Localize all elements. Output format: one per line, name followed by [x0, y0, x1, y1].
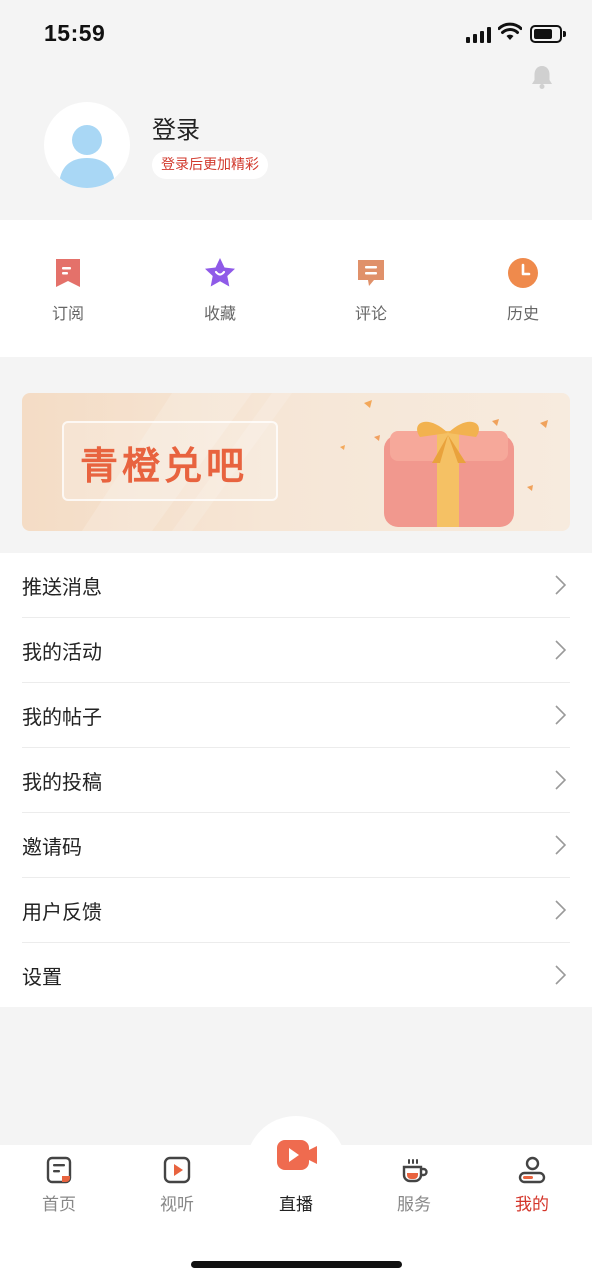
- user-icon: [518, 1156, 546, 1184]
- subscribe-icon: [56, 259, 80, 287]
- battery-icon: [530, 25, 566, 43]
- avatar[interactable]: [44, 102, 130, 188]
- default-avatar-icon: [59, 125, 115, 188]
- menu-item-push-messages[interactable]: 推送消息: [22, 553, 570, 618]
- promo-banner[interactable]: 青橙兑吧: [22, 393, 570, 531]
- quick-item-label: 收藏: [203, 304, 236, 323]
- video-icon: [163, 1156, 191, 1184]
- quick-item-history[interactable]: 历史: [483, 256, 563, 324]
- status-bar: 15:59: [0, 0, 592, 70]
- home-indicator: [191, 1261, 402, 1268]
- nav-tab-label: 首页: [42, 1195, 76, 1215]
- menu-item-label: 我的投稿: [22, 770, 102, 794]
- menu-item-label: 用户反馈: [22, 900, 102, 924]
- nav-tab-live[interactable]: 直播: [256, 1156, 336, 1215]
- bell-icon[interactable]: [530, 64, 554, 90]
- status-time: 15:59: [44, 20, 106, 46]
- nav-tab-label: 视听: [160, 1195, 194, 1215]
- gift-box-icon: [384, 421, 514, 527]
- menu-item-label: 邀请码: [22, 835, 82, 859]
- chevron-right-icon: [555, 835, 566, 855]
- comment-icon: [358, 260, 384, 286]
- chevron-right-icon: [555, 900, 566, 920]
- login-hint-badge[interactable]: 登录后更加精彩: [152, 151, 268, 179]
- wifi-icon: [498, 22, 522, 40]
- coffee-icon: [402, 1159, 428, 1183]
- settings-menu: 推送消息 我的活动 我的帖子 我的投稿 邀请码 用户反馈 设置: [0, 553, 592, 1007]
- banner-title: 青橙兑吧: [80, 444, 249, 488]
- chevron-right-icon: [555, 770, 566, 790]
- login-title[interactable]: 登录: [152, 110, 200, 145]
- clock-icon: [508, 258, 538, 288]
- chevron-right-icon: [555, 640, 566, 660]
- menu-item-label: 我的活动: [22, 640, 102, 664]
- chevron-right-icon: [555, 705, 566, 725]
- quick-item-label: 历史: [506, 304, 539, 323]
- chevron-right-icon: [555, 575, 566, 595]
- menu-item-my-activities[interactable]: 我的活动: [22, 618, 570, 683]
- quick-item-label: 订阅: [51, 304, 84, 323]
- quick-item-favorites[interactable]: 收藏: [180, 256, 260, 324]
- menu-item-my-submissions[interactable]: 我的投稿: [22, 748, 570, 813]
- menu-item-label: 设置: [22, 965, 62, 989]
- chevron-right-icon: [555, 965, 566, 985]
- menu-item-label: 我的帖子: [22, 705, 102, 729]
- menu-item-feedback[interactable]: 用户反馈: [22, 878, 570, 943]
- nav-tab-mine[interactable]: 我的: [492, 1156, 572, 1215]
- menu-item-label: 推送消息: [22, 575, 102, 599]
- nav-tab-label: 我的: [515, 1195, 549, 1215]
- nav-tab-video[interactable]: 视听: [137, 1156, 217, 1215]
- nav-tab-label: 直播: [279, 1195, 313, 1215]
- home-icon: [46, 1156, 72, 1184]
- cellular-signal-icon: [466, 27, 491, 43]
- quick-item-subscribe[interactable]: 订阅: [28, 256, 108, 324]
- menu-item-settings[interactable]: 设置: [22, 943, 570, 1008]
- nav-tab-home[interactable]: 首页: [19, 1156, 99, 1215]
- quick-item-label: 评论: [354, 304, 387, 323]
- menu-item-invite-code[interactable]: 邀请码: [22, 813, 570, 878]
- quick-actions: 订阅 收藏 评论 历史: [0, 220, 592, 357]
- star-icon: [205, 258, 235, 287]
- quick-item-comments[interactable]: 评论: [331, 256, 411, 324]
- menu-item-my-posts[interactable]: 我的帖子: [22, 683, 570, 748]
- nav-tab-label: 服务: [397, 1195, 431, 1215]
- nav-tab-services[interactable]: 服务: [374, 1156, 454, 1215]
